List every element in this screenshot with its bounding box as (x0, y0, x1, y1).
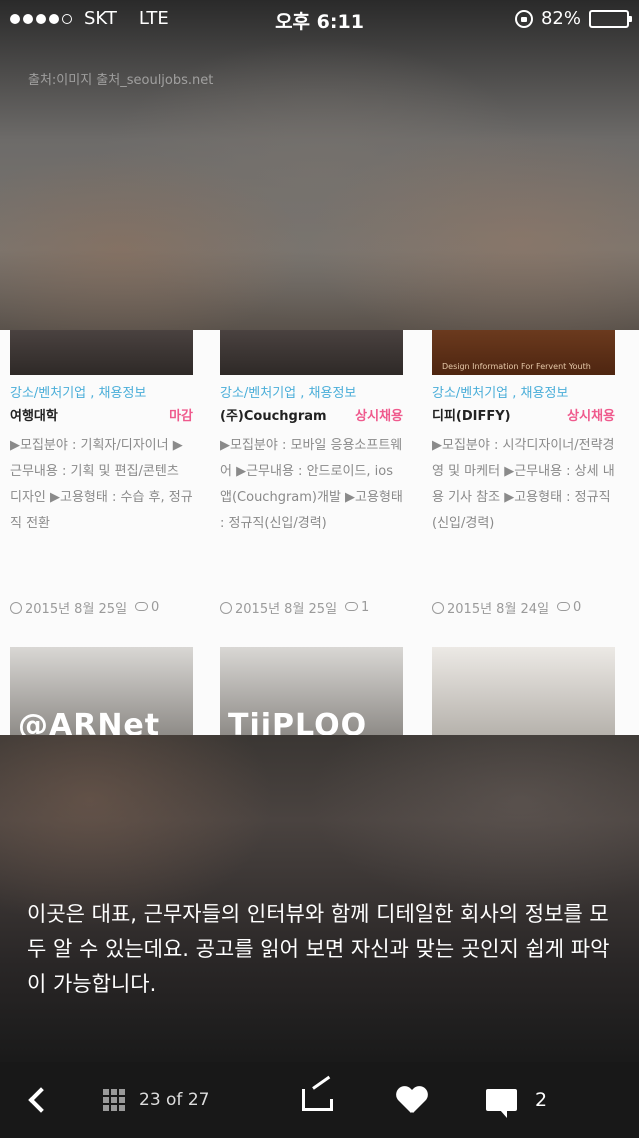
status-right: 82% (514, 8, 632, 29)
back-button[interactable] (24, 1062, 54, 1138)
job-card: 강소/벤처기업 , 채용정보 (주)Couchgram 상시채용 ▶모집분야 :… (220, 330, 410, 735)
like-button[interactable] (396, 1062, 426, 1138)
card-meta: 2015년 8월 24일 0 (432, 598, 581, 617)
status-bar: SKT LTE 오후 6:11 82% (0, 0, 639, 38)
card-comment-count: 1 (361, 600, 370, 615)
card-company: (주)Couchgram (220, 409, 327, 424)
card-thumbnail-top (220, 330, 403, 375)
job-card: 강소/벤처기업 , 채용정보 여행대학 마감 ▶모집분야 : 기획자/디자이너 … (10, 330, 200, 735)
comment-icon (486, 1089, 517, 1118)
card-company: 여행대학 (10, 409, 58, 424)
card-date: 2015년 8월 25일 (235, 602, 338, 617)
card-thumbnail-bottom: @ARNet (10, 647, 193, 735)
photo-caption: 이곳은 대표, 근무자들의 인터뷰와 함께 디테일한 회사의 정보를 모두 알 … (27, 902, 610, 996)
clock-icon (220, 602, 232, 614)
card-date: 2015년 8월 24일 (447, 602, 550, 617)
comment-bubble-icon (557, 602, 571, 611)
card-category: 강소/벤처기업 , 채용정보 (432, 386, 569, 401)
card-meta: 2015년 8월 25일 1 (220, 598, 369, 617)
image-source-credit: 출처:이미지 출처_seouljobs.net (28, 73, 214, 88)
chevron-left-icon (28, 1087, 54, 1113)
card-thumbnail-bottom (432, 647, 615, 735)
comment-count: 2 (535, 1089, 548, 1111)
card-category: 강소/벤처기업 , 채용정보 (220, 386, 357, 401)
card-details: ▶모집분야 : 기획자/디자이너 ▶근무내용 : 기획 및 편집/콘텐츠 디자인… (10, 438, 193, 531)
rotation-lock-icon (514, 9, 533, 28)
share-icon (302, 1089, 333, 1111)
card-status-tag: 상시채용 (567, 409, 615, 424)
clock-icon (10, 602, 22, 614)
heart-icon (396, 1087, 426, 1114)
comment-bubble-icon (135, 602, 149, 611)
card-status-tag: 마감 (169, 409, 193, 424)
card-category: 강소/벤처기업 , 채용정보 (10, 386, 147, 401)
grid-icon (103, 1089, 125, 1111)
card-status-tag: 상시채용 (355, 409, 403, 424)
card-details: ▶모집분야 : 모바일 응용소프트웨어 ▶근무내용 : 안드로이드, ios앱(… (220, 438, 403, 531)
comment-bubble-icon (345, 602, 359, 611)
share-button[interactable] (302, 1062, 333, 1138)
comments-button[interactable]: 2 (486, 1062, 547, 1138)
clock-icon (432, 602, 444, 614)
card-company: 디피(DIFFY) (432, 409, 511, 424)
card-meta: 2015년 8월 25일 0 (10, 598, 159, 617)
job-card: Design Information For Fervent Youth 강소/… (432, 330, 622, 735)
photo-job-listings: 강소/벤처기업 , 채용정보 여행대학 마감 ▶모집분야 : 기획자/디자이너 … (0, 330, 639, 735)
card-thumbnail-bottom: TiiPLOO (220, 647, 403, 735)
card-thumbnail-top (10, 330, 193, 375)
photo-counter: 23 of 27 (139, 1090, 210, 1110)
card-details: ▶모집분야 : 시각디자이너/전략경영 및 마케터 ▶근무내용 : 상세 내용 … (432, 438, 615, 531)
card-comment-count: 0 (151, 600, 160, 615)
card-comment-count: 0 (573, 600, 582, 615)
gallery-grid-button[interactable]: 23 of 27 (103, 1062, 209, 1138)
bottom-toolbar: 23 of 27 2 (0, 1062, 639, 1138)
card-date: 2015년 8월 25일 (25, 602, 128, 617)
card-thumbnail-top: Design Information For Fervent Youth (432, 330, 615, 375)
battery-icon (589, 9, 632, 28)
battery-percent: 82% (540, 8, 581, 29)
